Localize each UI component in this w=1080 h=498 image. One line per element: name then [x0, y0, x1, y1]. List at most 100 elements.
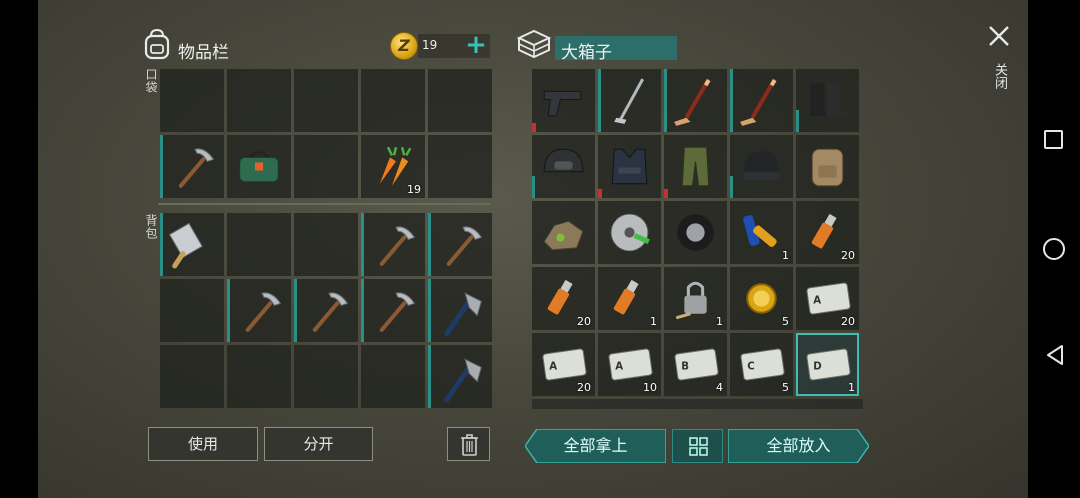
inventory-title: 物品栏	[178, 43, 229, 63]
ore-icon	[543, 220, 584, 251]
first-aid-bag-icon	[239, 151, 279, 183]
trash-icon	[461, 434, 478, 456]
inventory-slot[interactable]	[160, 213, 224, 276]
inventory-slot[interactable]	[227, 279, 291, 342]
pocket-grid: 19	[160, 69, 492, 198]
inventory-slot[interactable]	[598, 201, 661, 264]
golf-club-icon	[614, 78, 645, 124]
inventory-slot[interactable]	[730, 69, 793, 132]
tire-icon	[677, 214, 714, 251]
trash-button[interactable]	[447, 427, 490, 461]
empty-slot[interactable]	[160, 69, 224, 132]
pickaxe-icon	[312, 292, 349, 332]
empty-slot[interactable]	[294, 135, 358, 198]
backpack-label: 背包	[144, 214, 158, 240]
item-quantity: 20	[841, 249, 855, 262]
item-quantity: 1	[716, 315, 723, 328]
inventory-slot[interactable]	[664, 201, 727, 264]
add-coins-button[interactable]: +	[464, 32, 488, 59]
inventory-slot[interactable]	[796, 135, 859, 198]
inventory-slot[interactable]: D1	[796, 333, 859, 396]
section-divider	[158, 203, 490, 205]
take-all-label: 全部拿上	[563, 436, 628, 455]
inventory-slot[interactable]	[730, 135, 793, 198]
container-grid-overflow-row	[532, 399, 863, 409]
pickaxe-icon	[245, 292, 282, 332]
home-icon[interactable]	[1043, 238, 1065, 260]
inventory-slot[interactable]	[598, 69, 661, 132]
inventory-slot[interactable]	[227, 135, 291, 198]
item-quantity: 1	[848, 381, 855, 394]
crate-icon	[516, 29, 552, 59]
inventory-slot[interactable]: 19	[361, 135, 425, 198]
pickaxe-icon	[178, 148, 215, 188]
recent-apps-icon[interactable]	[1044, 130, 1063, 149]
cleaver-icon	[168, 222, 203, 269]
take-all-button[interactable]: 全部拿上	[525, 429, 666, 463]
empty-slot[interactable]	[428, 135, 492, 198]
sort-button[interactable]	[672, 429, 723, 463]
svg-text:D: D	[813, 362, 821, 373]
pickaxe-icon	[446, 226, 483, 266]
inventory-slot[interactable]	[664, 135, 727, 198]
saw-blade-icon	[610, 213, 650, 252]
inventory-slot[interactable]	[361, 213, 425, 276]
backpack-icon	[144, 28, 170, 60]
inventory-slot[interactable]: 1	[598, 267, 661, 330]
back-icon[interactable]	[1043, 343, 1067, 367]
inventory-slot[interactable]: A 20	[796, 267, 859, 330]
close-label[interactable]: 关闭	[990, 63, 1009, 89]
inventory-slot[interactable]	[428, 279, 492, 342]
inventory-slot[interactable]: 5	[730, 267, 793, 330]
empty-slot[interactable]	[227, 213, 291, 276]
backpack-icon	[811, 148, 844, 187]
inventory-slot[interactable]	[428, 345, 492, 408]
inventory-slot[interactable]	[160, 135, 224, 198]
inventory-slot[interactable]	[361, 279, 425, 342]
put-all-button[interactable]: 全部放入	[728, 429, 869, 463]
item-quantity: 5	[782, 315, 789, 328]
inventory-slot[interactable]	[294, 279, 358, 342]
empty-slot[interactable]	[294, 69, 358, 132]
inventory-slot[interactable]: B4	[664, 333, 727, 396]
hockey-stick-icon	[740, 78, 777, 126]
inventory-slot[interactable]	[598, 135, 661, 198]
pickaxe-icon	[379, 226, 416, 266]
empty-slot[interactable]	[227, 345, 291, 408]
svg-text:B: B	[681, 362, 689, 373]
item-quantity: 1	[782, 249, 789, 262]
empty-slot[interactable]	[361, 69, 425, 132]
close-icon[interactable]	[985, 22, 1013, 50]
svg-text:A: A	[813, 296, 821, 307]
inventory-slot[interactable]	[532, 201, 595, 264]
empty-slot[interactable]	[294, 345, 358, 408]
split-button[interactable]: 分开	[264, 427, 373, 461]
empty-slot[interactable]	[361, 345, 425, 408]
inventory-slot[interactable]: 1	[730, 201, 793, 264]
empty-slot[interactable]	[160, 279, 224, 342]
inventory-slot[interactable]: 1	[664, 267, 727, 330]
use-button[interactable]: 使用	[148, 427, 258, 461]
inventory-slot[interactable]	[664, 69, 727, 132]
empty-slot[interactable]	[160, 345, 224, 408]
item-quantity: 20	[841, 315, 855, 328]
inventory-slot[interactable]	[428, 213, 492, 276]
pickaxe-icon	[379, 292, 416, 332]
inventory-slot[interactable]: A 20	[532, 333, 595, 396]
helmet-icon	[543, 148, 584, 173]
hockey-stick-icon	[674, 78, 711, 126]
item-quantity: 1	[650, 315, 657, 328]
sort-grid-icon	[689, 437, 708, 456]
inventory-slot[interactable]: 20	[796, 201, 859, 264]
inventory-slot[interactable]	[532, 135, 595, 198]
inventory-slot[interactable]: A 10	[598, 333, 661, 396]
item-quantity: 4	[716, 381, 723, 394]
empty-slot[interactable]	[227, 69, 291, 132]
empty-slot[interactable]	[294, 213, 358, 276]
inventory-slot[interactable]: C5	[730, 333, 793, 396]
pocket-label: 口袋	[144, 68, 158, 94]
inventory-slot[interactable]: 20	[532, 267, 595, 330]
inventory-slot[interactable]	[532, 69, 595, 132]
empty-slot[interactable]	[428, 69, 492, 132]
inventory-slot[interactable]	[796, 69, 859, 132]
